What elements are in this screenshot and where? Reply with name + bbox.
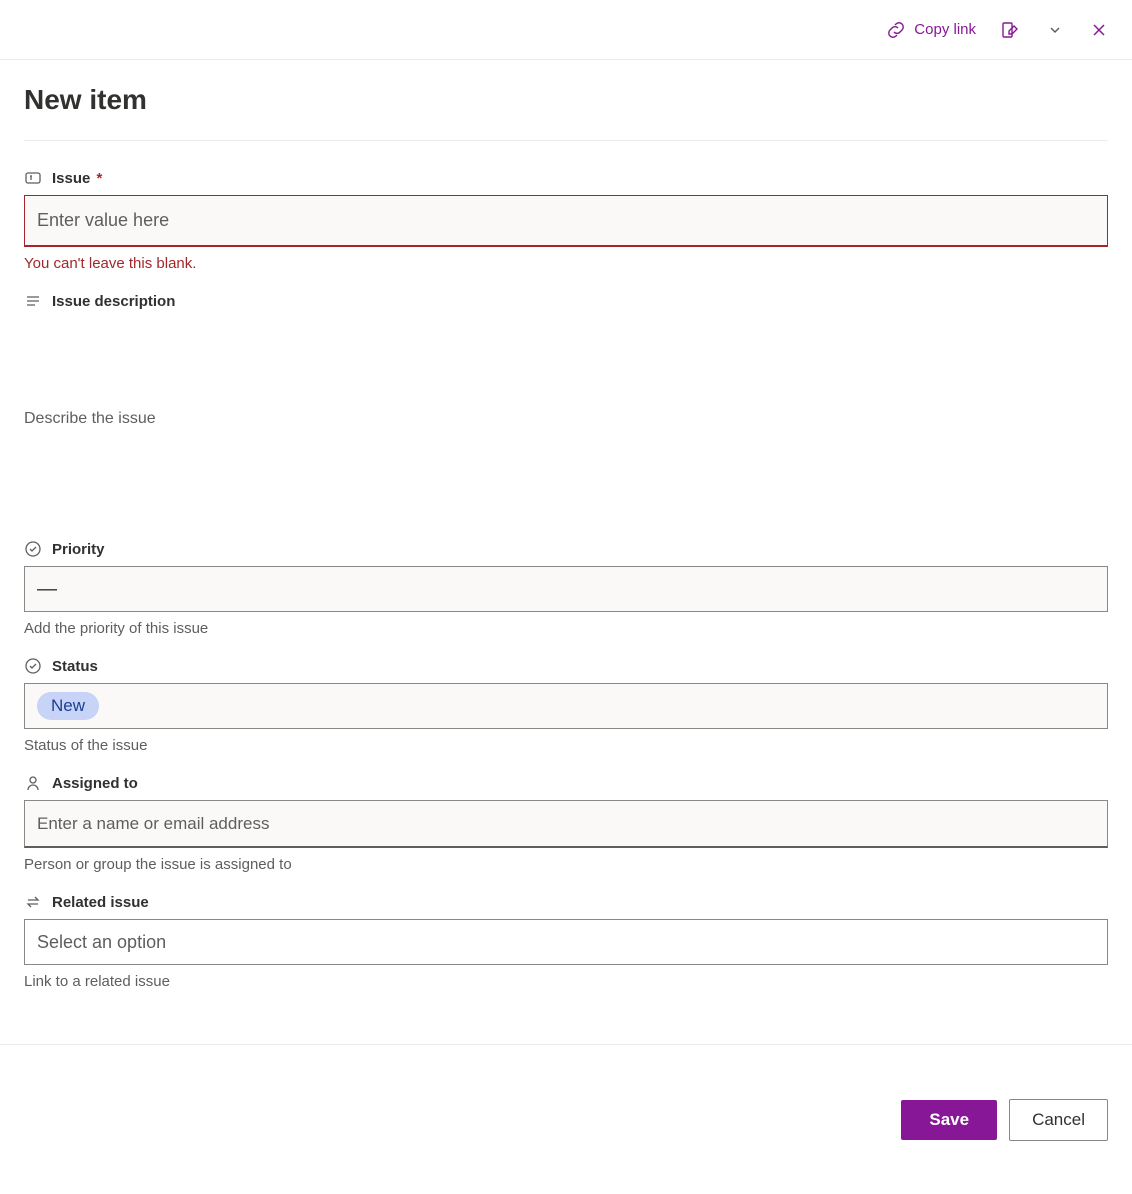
- related-select[interactable]: Select an option: [24, 919, 1108, 965]
- chevron-down-icon[interactable]: [1044, 19, 1066, 41]
- related-helper: Link to a related issue: [24, 973, 1108, 990]
- copy-link-button[interactable]: Copy link: [886, 20, 976, 40]
- status-select[interactable]: New: [24, 683, 1108, 729]
- field-assigned: Assigned to Person or group the issue is…: [24, 774, 1108, 873]
- priority-helper: Add the priority of this issue: [24, 620, 1108, 637]
- issue-error: You can't leave this blank.: [24, 255, 1108, 272]
- field-related: Related issue Select an option Link to a…: [24, 893, 1108, 990]
- assigned-helper: Person or group the issue is assigned to: [24, 856, 1108, 873]
- priority-value: —: [37, 578, 57, 601]
- field-issue: Issue * You can't leave this blank.: [24, 169, 1108, 272]
- divider: [24, 140, 1108, 141]
- text-field-icon: [24, 169, 42, 187]
- close-button[interactable]: [1086, 17, 1112, 43]
- status-helper: Status of the issue: [24, 737, 1108, 754]
- assigned-input[interactable]: [24, 800, 1108, 848]
- issue-input[interactable]: [24, 195, 1108, 247]
- priority-label: Priority: [52, 541, 105, 558]
- field-description: Issue description Describe the issue: [24, 292, 1108, 520]
- status-label: Status: [52, 658, 98, 675]
- top-toolbar: Copy link: [0, 0, 1132, 60]
- person-icon: [24, 774, 42, 792]
- related-label: Related issue: [52, 894, 149, 911]
- copy-link-label: Copy link: [914, 21, 976, 38]
- priority-select[interactable]: —: [24, 566, 1108, 612]
- choice-icon: [24, 540, 42, 558]
- description-input[interactable]: Describe the issue: [24, 410, 1108, 520]
- link-icon: [886, 20, 906, 40]
- assigned-label: Assigned to: [52, 775, 138, 792]
- swap-icon: [24, 893, 42, 911]
- multiline-icon: [24, 292, 42, 310]
- description-placeholder: Describe the issue: [24, 410, 1108, 428]
- field-status: Status New Status of the issue: [24, 657, 1108, 754]
- status-pill: New: [37, 692, 99, 720]
- form-scroll-area[interactable]: New item Issue * You can't leave this bl…: [0, 60, 1132, 1044]
- cancel-button[interactable]: Cancel: [1009, 1099, 1108, 1141]
- description-label: Issue description: [52, 293, 175, 310]
- related-placeholder: Select an option: [37, 932, 166, 953]
- issue-label: Issue *: [52, 170, 102, 187]
- save-button[interactable]: Save: [901, 1100, 997, 1140]
- footer: Save Cancel: [0, 1044, 1132, 1194]
- edit-form-button[interactable]: [996, 16, 1024, 44]
- page-title: New item: [24, 84, 1108, 116]
- choice-icon: [24, 657, 42, 675]
- field-priority: Priority — Add the priority of this issu…: [24, 540, 1108, 637]
